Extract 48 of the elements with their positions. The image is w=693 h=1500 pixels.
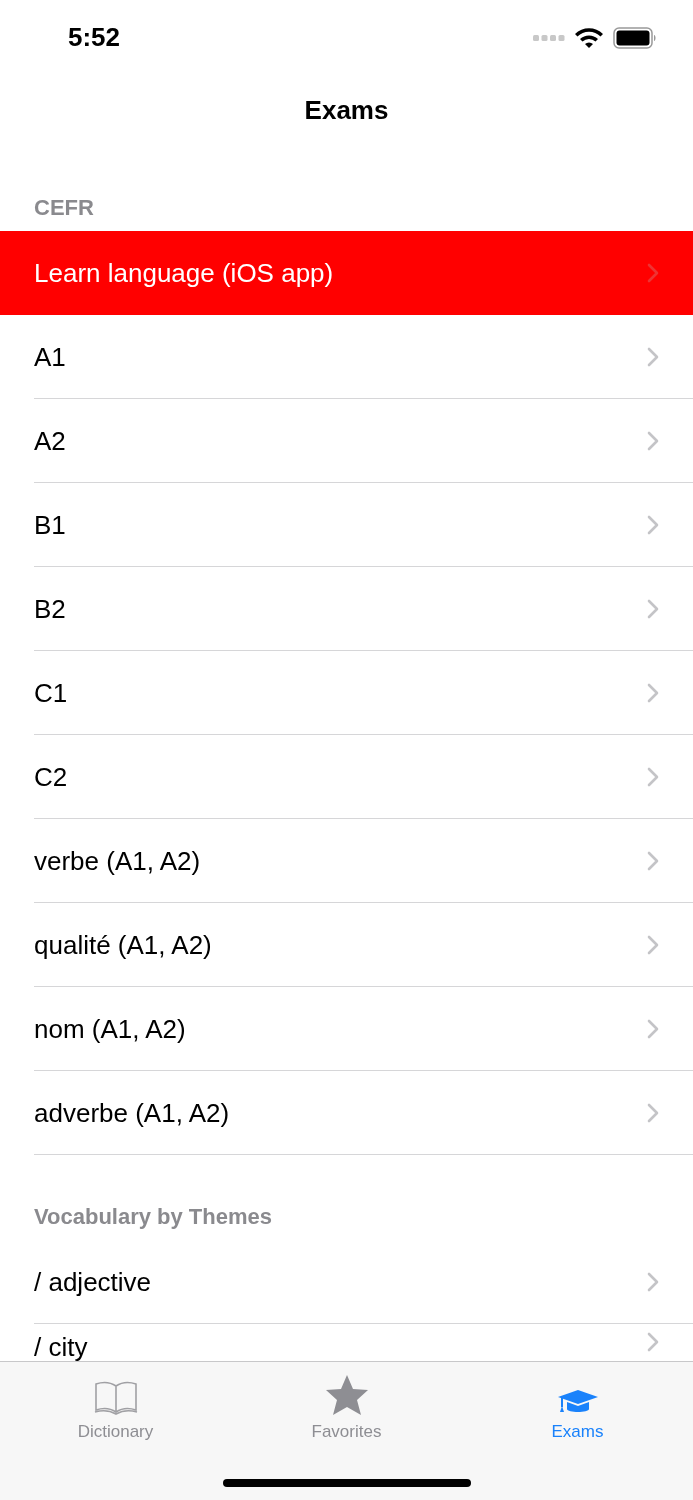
list-row[interactable]: verbe (A1, A2) — [0, 819, 693, 903]
chevron-icon — [647, 935, 659, 955]
row-label: B1 — [34, 509, 66, 541]
row-label: C1 — [34, 677, 68, 709]
chevron-icon — [647, 515, 659, 535]
list-row[interactable]: C2 — [0, 735, 693, 819]
row-label: A1 — [34, 341, 66, 373]
battery-icon — [613, 26, 657, 49]
list-row[interactable]: adverbe (A1, A2) — [0, 1071, 693, 1155]
chevron-icon — [647, 263, 659, 283]
list-row[interactable]: A1 — [0, 315, 693, 399]
chevron-icon — [647, 767, 659, 787]
row-label: / city — [34, 1332, 88, 1361]
star-icon — [324, 1374, 369, 1416]
row-label: qualité (A1, A2) — [34, 929, 212, 961]
chevron-icon — [647, 851, 659, 871]
tab-item[interactable]: Exams — [462, 1362, 693, 1462]
chevron-icon — [647, 431, 659, 451]
chevron-icon — [647, 599, 659, 619]
list-row[interactable]: B1 — [0, 483, 693, 567]
row-label: / adjective — [34, 1266, 152, 1298]
chevron-icon — [647, 683, 659, 703]
list-row[interactable]: nom (A1, A2) — [0, 987, 693, 1071]
chevron-icon — [647, 1272, 659, 1292]
screen-title: Exams — [304, 95, 389, 126]
section-header: CEFR — [34, 195, 94, 221]
row-label: verbe (A1, A2) — [34, 845, 201, 877]
wifi-icon — [575, 27, 603, 48]
promo-row[interactable]: Learn language (iOS app) — [0, 231, 693, 315]
chevron-icon — [647, 1332, 659, 1352]
chevron-icon — [647, 1019, 659, 1039]
signal-icon — [533, 33, 565, 42]
status-time: 5:52 — [68, 22, 121, 53]
row-label: adverbe (A1, A2) — [34, 1097, 230, 1129]
row-label: B2 — [34, 593, 66, 625]
row-label: nom (A1, A2) — [34, 1013, 186, 1045]
list-row[interactable]: B2 — [0, 567, 693, 651]
list-row[interactable]: / adjective — [0, 1240, 693, 1324]
section-header: Vocabulary by Themes — [34, 1204, 272, 1230]
list-row[interactable]: C1 — [0, 651, 693, 735]
chevron-icon — [647, 1103, 659, 1123]
row-label: A2 — [34, 425, 66, 457]
book-icon — [93, 1380, 138, 1416]
row-label: Learn language (iOS app) — [34, 257, 334, 289]
chevron-icon — [647, 347, 659, 367]
list-row[interactable]: A2 — [0, 399, 693, 483]
list-row[interactable]: qualité (A1, A2) — [0, 903, 693, 987]
row-label: C2 — [34, 761, 68, 793]
